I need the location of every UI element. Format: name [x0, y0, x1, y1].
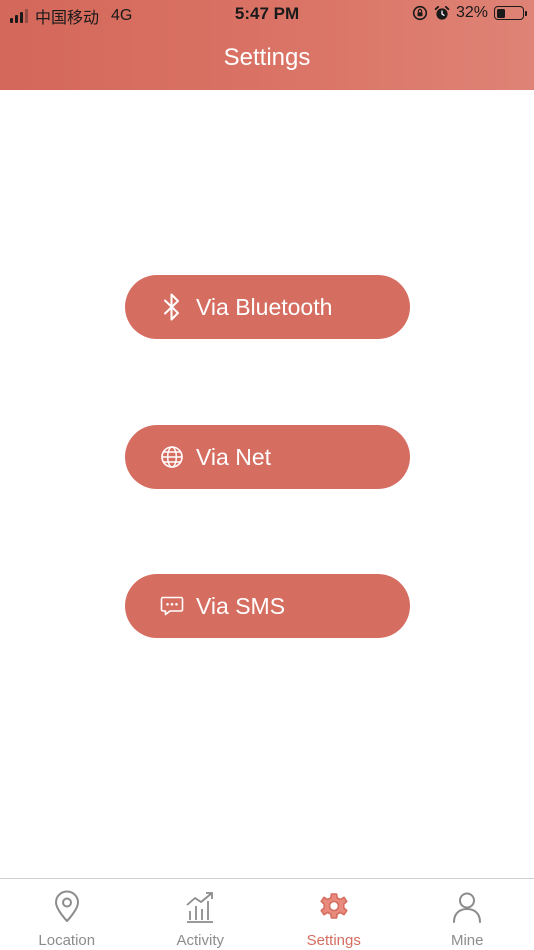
activity-chart-icon	[183, 889, 217, 925]
via-net-button[interactable]: Via Net	[125, 425, 410, 489]
via-sms-button[interactable]: Via SMS	[125, 574, 410, 638]
page-title: Settings	[223, 44, 311, 71]
battery-percent: 32%	[455, 4, 488, 21]
tab-activity[interactable]: Activity	[134, 879, 268, 950]
tab-location[interactable]: Location	[0, 879, 134, 950]
bluetooth-icon	[158, 293, 186, 321]
status-bar: 中国移动 4G 5:47 PM 32%	[0, 0, 534, 28]
alarm-icon	[434, 5, 450, 20]
user-icon	[450, 889, 484, 925]
via-bluetooth-label: Via Bluetooth	[196, 293, 333, 320]
battery-icon	[494, 6, 527, 20]
tab-mine-label: Mine	[450, 932, 484, 949]
tab-mine[interactable]: Mine	[401, 879, 534, 950]
message-icon	[158, 592, 186, 620]
via-bluetooth-button[interactable]: Via Bluetooth	[125, 275, 410, 339]
tab-settings-label: Settings	[306, 932, 361, 949]
location-pin-icon	[50, 889, 84, 925]
globe-icon	[158, 443, 186, 471]
bottom-tab-bar: Location Activity Settings Mine	[0, 878, 534, 950]
orientation-lock-icon	[412, 5, 428, 21]
tab-settings[interactable]: Settings	[267, 879, 401, 950]
gear-icon	[317, 889, 351, 925]
header-bar: 中国移动 4G 5:47 PM 32% Settings	[0, 0, 534, 90]
via-sms-label: Via SMS	[196, 592, 286, 619]
settings-screen: 中国移动 4G 5:47 PM 32% Settings Via Bluetoo…	[0, 0, 534, 950]
via-net-label: Via Net	[196, 443, 272, 470]
battery-level-fill	[496, 8, 505, 18]
tab-activity-label: Activity	[176, 932, 224, 949]
tab-location-label: Location	[38, 932, 96, 949]
status-right: 32%	[412, 4, 527, 22]
